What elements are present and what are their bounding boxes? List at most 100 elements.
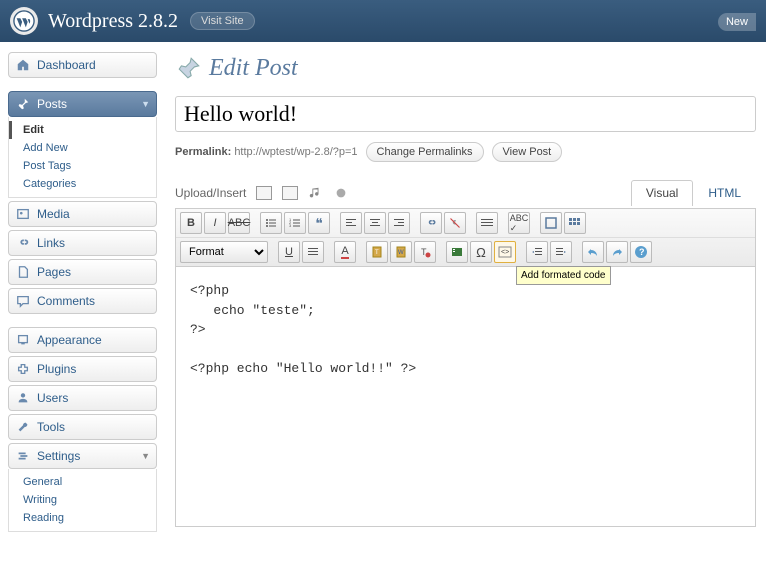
menu-comments[interactable]: Comments — [8, 288, 157, 314]
admin-header: Wordpress 2.8.2 Visit Site New — [0, 0, 766, 42]
svg-text:3: 3 — [289, 223, 292, 228]
content-editor[interactable]: Add formated code <?php echo "teste"; ?>… — [175, 267, 756, 527]
post-title-input[interactable] — [175, 96, 756, 132]
redo-button[interactable] — [606, 241, 628, 263]
tab-visual[interactable]: Visual — [631, 180, 693, 206]
pushpin-icon — [175, 54, 203, 82]
svg-text:?: ? — [639, 247, 645, 257]
home-icon — [15, 57, 31, 73]
menu-label: Media — [37, 207, 70, 221]
indent-button[interactable] — [550, 241, 572, 263]
permalink-label: Permalink: — [175, 146, 231, 158]
menu-media[interactable]: Media — [8, 201, 157, 227]
align-center-button[interactable] — [364, 212, 386, 234]
menu-label: Settings — [37, 449, 80, 463]
pushpin-icon — [15, 96, 31, 112]
add-video-icon[interactable] — [282, 186, 298, 200]
menu-label: Appearance — [37, 333, 102, 347]
editor-toolbar: B I ABC 123 ❝ ABC✓ — [175, 208, 756, 267]
remove-format-button[interactable]: T — [414, 241, 436, 263]
menu-label: Posts — [37, 97, 67, 111]
special-char-button[interactable]: Ω — [470, 241, 492, 263]
media-icon — [15, 206, 31, 222]
outdent-button[interactable] — [526, 241, 548, 263]
align-right-button[interactable] — [388, 212, 410, 234]
strikethrough-button[interactable]: ABC — [228, 212, 250, 234]
tooltip: Add formated code — [516, 266, 611, 285]
kitchen-sink-button[interactable] — [564, 212, 586, 234]
toolbar-row-1: B I ABC 123 ❝ ABC✓ — [176, 209, 755, 238]
more-button[interactable] — [476, 212, 498, 234]
editor-text: <?php echo "teste"; ?> <?php echo "Hello… — [190, 281, 741, 379]
dropdown-arrow-icon: ▼ — [141, 99, 150, 109]
menu-label: Dashboard — [37, 58, 96, 72]
tab-html[interactable]: HTML — [693, 180, 756, 206]
wordpress-logo-icon — [10, 7, 38, 35]
submenu-general[interactable]: General — [9, 473, 156, 491]
upload-row: Upload/Insert Visual HTML — [175, 180, 756, 206]
paste-word-button[interactable]: W — [390, 241, 412, 263]
submenu-add-new[interactable]: Add New — [9, 139, 156, 157]
add-media-icon[interactable] — [334, 186, 350, 200]
submenu-reading[interactable]: Reading — [9, 509, 156, 527]
fullscreen-button[interactable] — [540, 212, 562, 234]
format-select[interactable]: Format — [180, 241, 268, 263]
spellcheck-button[interactable]: ABC✓ — [508, 212, 530, 234]
link-button[interactable] — [420, 212, 442, 234]
appearance-icon — [15, 332, 31, 348]
comment-icon — [15, 293, 31, 309]
page-title: Edit Post — [209, 55, 298, 82]
menu-label: Comments — [37, 294, 95, 308]
ordered-list-button[interactable]: 123 — [284, 212, 306, 234]
main-container: Dashboard Posts ▼ Edit Add New Post Tags… — [0, 42, 766, 545]
undo-button[interactable] — [582, 241, 604, 263]
settings-icon — [15, 448, 31, 464]
permalink-row: Permalink: http://wptest/wp-2.8/?p=1 Cha… — [175, 142, 756, 162]
new-button[interactable]: New — [718, 13, 756, 31]
visit-site-button[interactable]: Visit Site — [190, 12, 255, 30]
help-button[interactable]: ? — [630, 241, 652, 263]
unlink-button[interactable] — [444, 212, 466, 234]
menu-dashboard[interactable]: Dashboard — [8, 52, 157, 78]
underline-button[interactable]: U — [278, 241, 300, 263]
tools-icon — [15, 419, 31, 435]
permalink-url: http://wptest/wp-2.8/?p=1 — [234, 146, 357, 158]
add-code-button[interactable]: <> — [494, 241, 516, 263]
link-icon — [15, 235, 31, 251]
menu-plugins[interactable]: Plugins — [8, 356, 157, 382]
admin-sidebar: Dashboard Posts ▼ Edit Add New Post Tags… — [0, 42, 165, 545]
media-embed-button[interactable] — [446, 241, 468, 263]
menu-posts[interactable]: Posts ▼ — [8, 91, 157, 117]
dropdown-arrow-icon: ▼ — [141, 451, 150, 461]
menu-users[interactable]: Users — [8, 385, 157, 411]
submenu-writing[interactable]: Writing — [9, 491, 156, 509]
page-heading: Edit Post — [175, 54, 756, 82]
paste-text-button[interactable]: T — [366, 241, 388, 263]
bold-button[interactable]: B — [180, 212, 202, 234]
menu-label: Plugins — [37, 362, 76, 376]
menu-settings[interactable]: Settings ▼ — [8, 443, 157, 469]
menu-links[interactable]: Links — [8, 230, 157, 256]
submenu-post-tags[interactable]: Post Tags — [9, 157, 156, 175]
italic-button[interactable]: I — [204, 212, 226, 234]
main-content: Edit Post Permalink: http://wptest/wp-2.… — [165, 42, 766, 545]
site-title: Wordpress 2.8.2 — [48, 10, 178, 33]
submenu-edit[interactable]: Edit — [9, 121, 156, 139]
menu-pages[interactable]: Pages — [8, 259, 157, 285]
unordered-list-button[interactable] — [260, 212, 282, 234]
posts-submenu: Edit Add New Post Tags Categories — [8, 117, 157, 198]
change-permalinks-button[interactable]: Change Permalinks — [366, 142, 484, 162]
toolbar-row-2: Format U A T W T Ω <> ? — [176, 238, 755, 266]
svg-text:<>: <> — [501, 249, 509, 256]
add-audio-icon[interactable] — [308, 186, 324, 200]
view-post-button[interactable]: View Post — [492, 142, 563, 162]
text-color-button[interactable]: A — [334, 241, 356, 263]
menu-label: Tools — [37, 420, 65, 434]
menu-appearance[interactable]: Appearance — [8, 327, 157, 353]
align-left-button[interactable] — [340, 212, 362, 234]
menu-tools[interactable]: Tools — [8, 414, 157, 440]
submenu-categories[interactable]: Categories — [9, 175, 156, 193]
add-image-icon[interactable] — [256, 186, 272, 200]
blockquote-button[interactable]: ❝ — [308, 212, 330, 234]
align-justify-button[interactable] — [302, 241, 324, 263]
